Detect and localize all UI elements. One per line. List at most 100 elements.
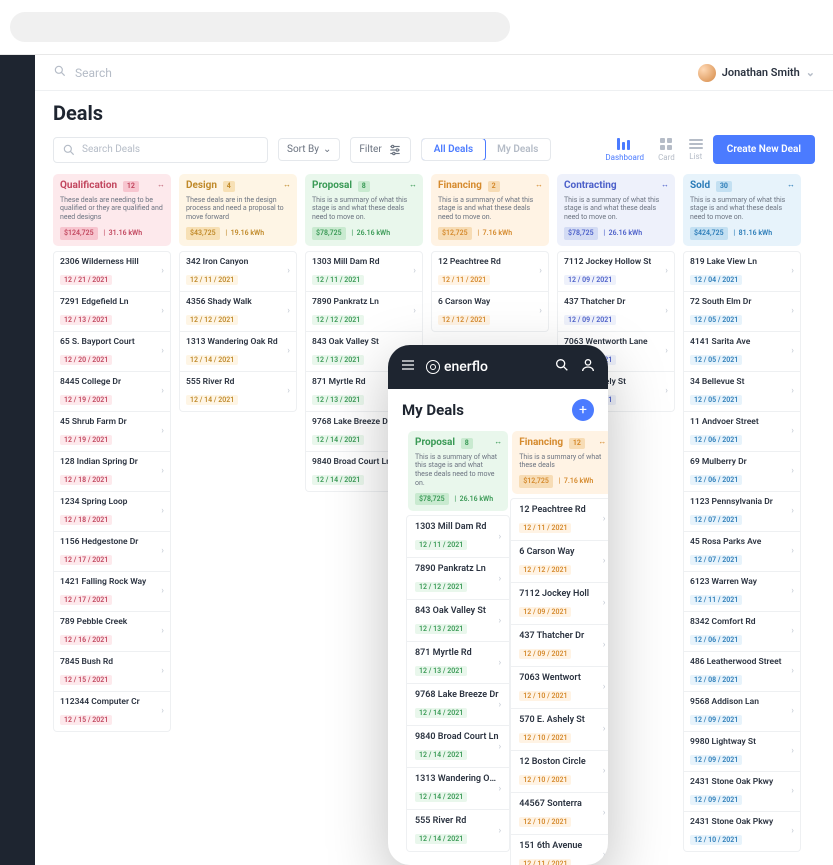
- deal-card[interactable]: 6 Carson Way 12 / 12 / 2021 ›: [431, 292, 549, 332]
- deal-card[interactable]: 9568 Addison Lan 12 / 09 / 2021 ›: [683, 692, 801, 732]
- deal-card[interactable]: 871 Myrtle Rd 12 / 13 / 2021 ›: [406, 642, 510, 684]
- expand-icon[interactable]: ↔: [494, 437, 502, 447]
- tab-my-deals[interactable]: My Deals: [485, 139, 550, 160]
- deal-card[interactable]: 7063 Wentwort 12 / 10 / 2021 ›: [510, 667, 608, 709]
- deal-card[interactable]: 12 Peachtree Rd 12 / 11 / 2021 ›: [431, 251, 549, 292]
- column-header[interactable]: ↔ Qualification 12 These deals are needi…: [53, 174, 171, 246]
- deal-card[interactable]: 1421 Falling Rock Way 12 / 17 / 2021 ›: [53, 572, 171, 612]
- column-stats: $78,725 | 26.16 kWh: [564, 227, 668, 240]
- column-card-list: 819 Lake View Ln 12 / 04 / 2021 › 72 Sou…: [683, 251, 801, 852]
- deal-card[interactable]: 789 Pebble Creek 12 / 16 / 2021 ›: [53, 612, 171, 652]
- url-bar[interactable]: [10, 12, 510, 42]
- deal-card[interactable]: 4356 Shady Walk 12 / 12 / 2021 ›: [179, 292, 297, 332]
- deal-card[interactable]: 555 River Rd 12 / 14 / 2021 ›: [179, 372, 297, 412]
- deal-card[interactable]: 9980 Lightway St 12 / 09 / 2021 ›: [683, 732, 801, 772]
- deal-title: 2306 Wilderness Hill: [60, 257, 161, 267]
- mobile-page-title: My Deals: [402, 401, 464, 419]
- search-deals-input[interactable]: Search Deals: [53, 137, 268, 163]
- column-header[interactable]: ↔ Proposal 8 This is a summary of what t…: [408, 431, 508, 511]
- deal-card[interactable]: 6123 Warren Way 12 / 11 / 2021 ›: [683, 572, 801, 612]
- expand-icon[interactable]: ↔: [535, 180, 543, 190]
- expand-icon[interactable]: ↔: [787, 180, 795, 190]
- column-header[interactable]: ↔ Financing 2 This is a summary of what …: [431, 174, 549, 246]
- deal-card[interactable]: 2431 Stone Oak Pkwy 12 / 10 / 2021 ›: [683, 812, 801, 852]
- column-stats: $124,725 | 31.16 kWh: [60, 227, 164, 240]
- deal-card[interactable]: 34 Bellevue St 12 / 05 / 2021 ›: [683, 372, 801, 412]
- deal-card[interactable]: 7112 Jockey Holl 12 / 09 / 2021 ›: [510, 583, 608, 625]
- column-header[interactable]: ↔ Design 4 These deals are in the design…: [179, 174, 297, 246]
- column-header[interactable]: ↔ Financing 12 This is a summary of what…: [512, 431, 608, 494]
- search-icon[interactable]: [554, 357, 570, 377]
- deal-card[interactable]: 819 Lake View Ln 12 / 04 / 2021 ›: [683, 251, 801, 292]
- deal-card[interactable]: 11 Andvoer Street 12 / 06 / 2021 ›: [683, 412, 801, 452]
- deal-card[interactable]: 9840 Broad Court Ln 12 / 14 / 2021 ›: [406, 726, 510, 768]
- deal-card[interactable]: 12 Peachtree Rd 12 / 11 / 2021 ›: [510, 498, 608, 541]
- deal-card[interactable]: 128 Indian Spring Dr 12 / 18 / 2021 ›: [53, 452, 171, 492]
- deal-card[interactable]: 69 Mulberry Dr 12 / 06 / 2021 ›: [683, 452, 801, 492]
- tab-all-deals[interactable]: All Deals: [421, 138, 486, 161]
- deal-card[interactable]: 7112 Jockey Hollow St 12 / 09 / 2021 ›: [557, 251, 675, 292]
- deal-card[interactable]: 7845 Bush Rd 12 / 15 / 2021 ›: [53, 652, 171, 692]
- deal-card[interactable]: 1313 Wandering Oak Rd 12 / 14 / 2021 ›: [406, 768, 510, 810]
- deal-card[interactable]: 45 Shrub Farm Dr 12 / 19 / 2021 ›: [53, 412, 171, 452]
- deal-title: 12 Boston Circle: [519, 757, 603, 767]
- deal-card[interactable]: 2431 Stone Oak Pkwy 12 / 09 / 2021 ›: [683, 772, 801, 812]
- deal-card[interactable]: 112344 Computer Cr 12 / 15 / 2021 ›: [53, 692, 171, 732]
- column-header[interactable]: ↔ Sold 30 This is a summary of what this…: [683, 174, 801, 246]
- chevron-right-icon: ›: [161, 426, 164, 436]
- column-header[interactable]: ↔ Contracting This is a summary of what …: [557, 174, 675, 246]
- deal-card[interactable]: 8342 Comfort Rd 12 / 06 / 2021 ›: [683, 612, 801, 652]
- expand-icon[interactable]: ↔: [661, 180, 669, 190]
- filter-button[interactable]: Filter: [350, 137, 410, 163]
- deal-card[interactable]: 2306 Wilderness Hill 12 / 21 / 2021 ›: [53, 251, 171, 292]
- deal-card[interactable]: 1313 Wandering Oak Rd 12 / 14 / 2021 ›: [179, 332, 297, 372]
- expand-icon[interactable]: ↔: [157, 180, 165, 190]
- deal-title: 1303 Mill Dam Rd: [415, 522, 499, 532]
- expand-icon[interactable]: ↔: [283, 180, 291, 190]
- chevron-right-icon: ›: [791, 426, 794, 436]
- deal-card[interactable]: 1303 Mill Dam Rd 12 / 11 / 2021 ›: [406, 515, 510, 558]
- deal-card[interactable]: 1123 Pennsylvania Dr 12 / 07 / 2021 ›: [683, 492, 801, 532]
- expand-icon[interactable]: ↔: [409, 180, 417, 190]
- deal-card[interactable]: 1156 Hedgestone Dr 12 / 17 / 2021 ›: [53, 532, 171, 572]
- chevron-right-icon: ›: [791, 546, 794, 556]
- deal-card[interactable]: 437 Thatcher Dr 12 / 09 / 2021 ›: [557, 292, 675, 332]
- deal-card[interactable]: 486 Leatherwood Street 12 / 08 / 2021 ›: [683, 652, 801, 692]
- view-dashboard[interactable]: Dashboard: [605, 138, 644, 162]
- view-list[interactable]: List: [689, 139, 703, 161]
- deal-card[interactable]: 65 S. Bayport Court 12 / 20 / 2021 ›: [53, 332, 171, 372]
- deal-card[interactable]: 555 River Rd 12 / 14 / 2021 ›: [406, 810, 510, 852]
- create-new-deal-button[interactable]: Create New Deal: [713, 135, 815, 164]
- global-search-input[interactable]: Search: [75, 66, 112, 80]
- hamburger-icon[interactable]: [400, 357, 416, 377]
- deal-card[interactable]: 4141 Sarita Ave 12 / 05 / 2021 ›: [683, 332, 801, 372]
- deal-card[interactable]: 6 Carson Way 12 / 12 / 2021 ›: [510, 541, 608, 583]
- chevron-right-icon: ›: [603, 682, 606, 692]
- deal-card[interactable]: 1234 Spring Loop 12 / 18 / 2021 ›: [53, 492, 171, 532]
- deal-card[interactable]: 342 Iron Canyon 12 / 11 / 2021 ›: [179, 251, 297, 292]
- topbar: Search Jonathan Smith ⌄: [35, 55, 833, 91]
- chevron-right-icon: ›: [161, 266, 164, 276]
- deal-card[interactable]: 9768 Lake Breeze Dr 12 / 14 / 2021 ›: [406, 684, 510, 726]
- view-card[interactable]: Card: [658, 138, 675, 162]
- search-icon[interactable]: [53, 63, 67, 82]
- deal-card[interactable]: 7291 Edgefield Ln 12 / 13 / 2021 ›: [53, 292, 171, 332]
- deal-card[interactable]: 7890 Pankratz Ln 12 / 12 / 2021 ›: [406, 558, 510, 600]
- deal-card[interactable]: 151 6th Avenue 12 / 11 / 2021 ›: [510, 835, 608, 865]
- deal-card[interactable]: 7890 Pankratz Ln 12 / 12 / 2021 ›: [305, 292, 423, 332]
- sort-by-dropdown[interactable]: Sort By ⌄: [278, 138, 340, 161]
- deal-card[interactable]: 12 Boston Circle 12 / 10 / 2021 ›: [510, 751, 608, 793]
- deal-card[interactable]: 72 South Elm Dr 12 / 05 / 2021 ›: [683, 292, 801, 332]
- deal-card[interactable]: 437 Thatcher Dr 12 / 09 / 2021 ›: [510, 625, 608, 667]
- deal-card[interactable]: 570 E. Ashely St 12 / 10 / 2021 ›: [510, 709, 608, 751]
- expand-icon[interactable]: ↔: [598, 437, 606, 447]
- user-icon[interactable]: [580, 357, 596, 377]
- user-menu[interactable]: Jonathan Smith ⌄: [698, 64, 815, 82]
- add-deal-fab[interactable]: +: [572, 399, 594, 421]
- deal-card[interactable]: 8445 College Dr 12 / 19 / 2021 ›: [53, 372, 171, 412]
- deal-card[interactable]: 843 Oak Valley St 12 / 13 / 2021 ›: [406, 600, 510, 642]
- deal-card[interactable]: 45 Rosa Parks Ave 12 / 07 / 2021 ›: [683, 532, 801, 572]
- deal-card[interactable]: 44567 Sonterra 12 / 10 / 2021 ›: [510, 793, 608, 835]
- column-header[interactable]: ↔ Proposal 8 This is a summary of what t…: [305, 174, 423, 246]
- deal-card[interactable]: 1303 Mill Dam Rd 12 / 11 / 2021 ›: [305, 251, 423, 292]
